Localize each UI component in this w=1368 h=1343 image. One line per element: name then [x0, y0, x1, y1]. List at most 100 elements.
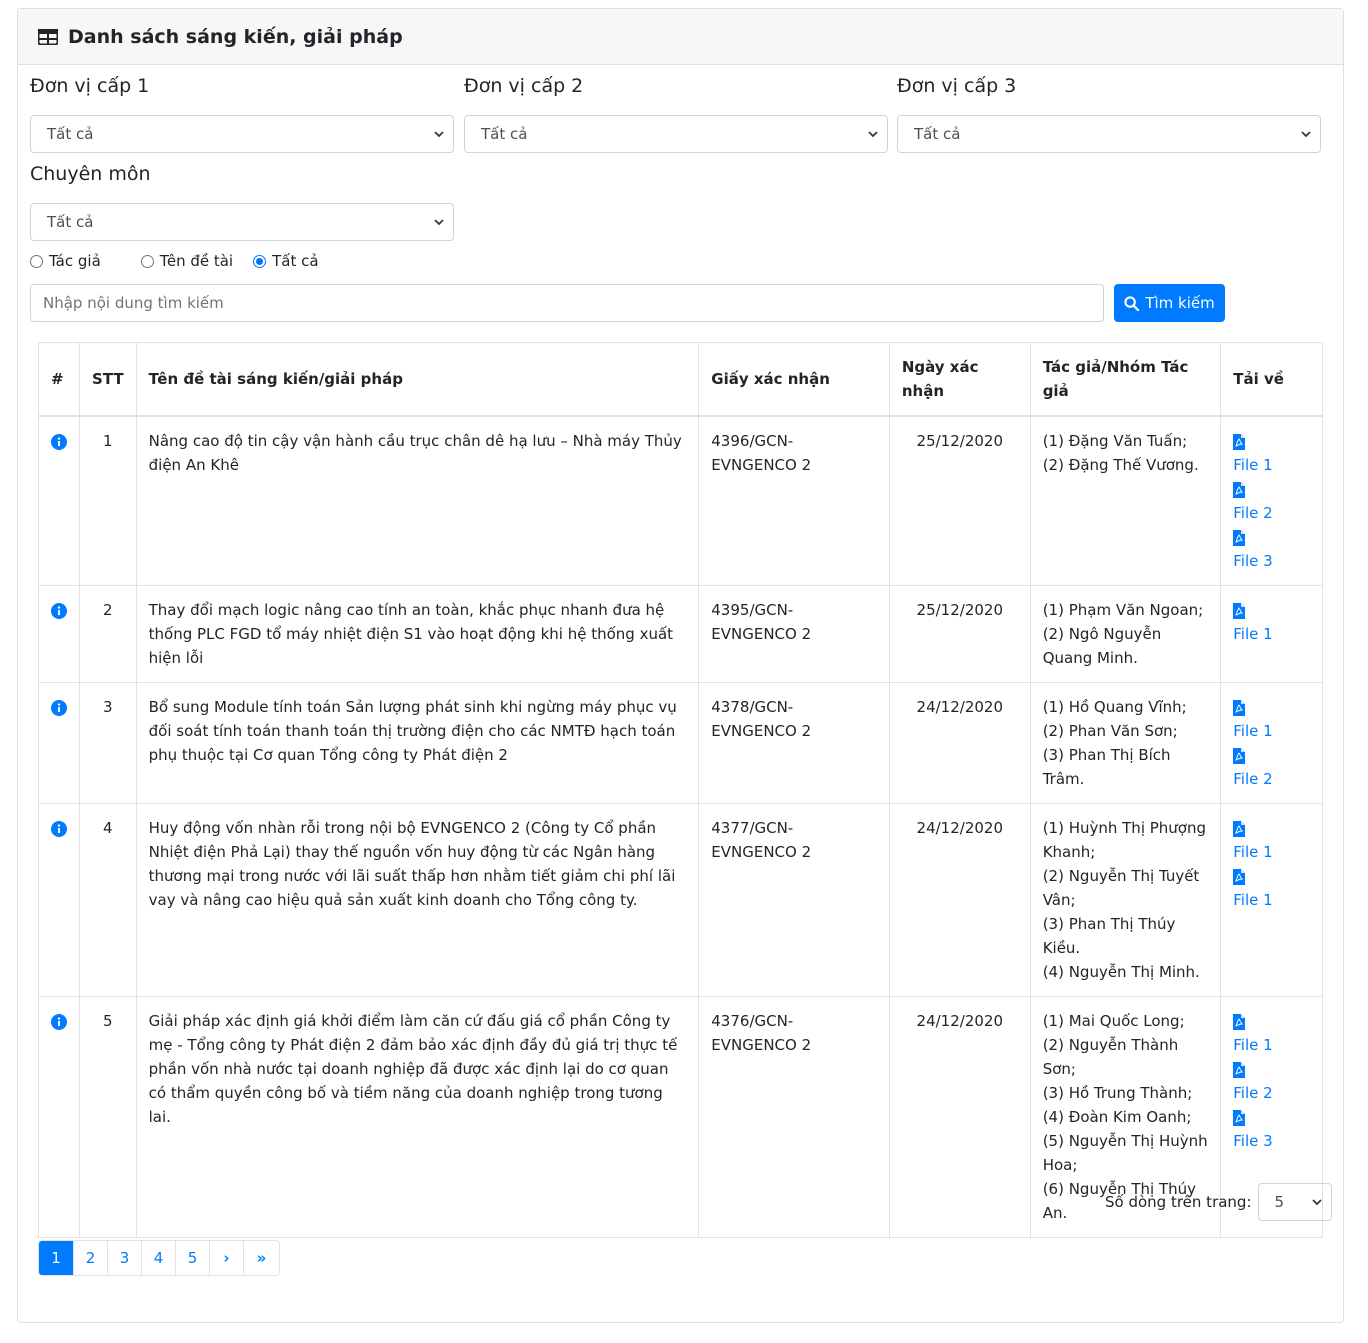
cert-cell: 4378/GCN-EVNGENCO 2 [698, 682, 890, 804]
cert-cell: 4376/GCN-EVNGENCO 2 [698, 996, 890, 1238]
radio-title-dot[interactable] [140, 254, 154, 268]
rows-per-page-label: Số dòng trên trang: [1105, 1193, 1252, 1211]
title-cell: Bổ sung Module tính toán Sản lượng phát … [135, 682, 700, 804]
info-circle-icon[interactable] [51, 820, 67, 837]
search-mode-group: Tác giả Tên đề tài Tất cả [30, 252, 359, 270]
date-cell: 24/12/2020 [888, 996, 1031, 1238]
author-name: (2) Đặng Thế Vương. [1042, 456, 1199, 474]
rows-per-page: Số dòng trên trang: 5 [1105, 1183, 1332, 1221]
info-cell [38, 803, 80, 997]
stt-cell: 1 [79, 415, 137, 586]
file-download-link[interactable]: File 1 [1233, 453, 1310, 477]
pagination: 1 2 3 4 5 › » [38, 1240, 280, 1276]
rows-per-page-select[interactable]: 5 [1257, 1183, 1332, 1221]
table-header-row: # STT Tên đề tài sáng kiến/giải pháp Giấ… [38, 342, 1323, 417]
col-header-date: Ngày xác nhận [888, 342, 1031, 417]
page-1[interactable]: 1 [39, 1241, 73, 1275]
radio-title-label: Tên đề tài [159, 252, 234, 270]
pdf-file-icon[interactable] [1233, 1013, 1246, 1030]
file-download-link[interactable]: File 2 [1233, 501, 1310, 525]
file-download-link[interactable]: File 1 [1233, 622, 1310, 646]
unit1-label: Đơn vị cấp 1 [30, 75, 150, 97]
unit2-label: Đơn vị cấp 2 [464, 75, 584, 97]
author-name: (2) Nguyễn Thị Tuyết Vân; [1042, 867, 1200, 909]
pdf-file-icon[interactable] [1233, 699, 1246, 716]
search-placeholder: Nhập nội dung tìm kiếm [43, 294, 224, 312]
pdf-file-icon[interactable] [1233, 529, 1246, 546]
col-header-download: Tải về [1220, 342, 1323, 417]
chevron-down-icon [868, 131, 878, 138]
page-2[interactable]: 2 [73, 1241, 107, 1275]
last-page-button[interactable]: » [243, 1241, 279, 1275]
info-cell [38, 996, 80, 1238]
col-header-cert: Giấy xác nhận [698, 342, 890, 417]
author-name: (1) Hồ Quang Vĩnh; [1042, 698, 1187, 716]
radio-all[interactable]: Tất cả [253, 252, 319, 270]
pdf-file-icon[interactable] [1233, 433, 1246, 450]
info-circle-icon[interactable] [51, 1013, 67, 1030]
author-name: (2) Phan Văn Sơn; [1042, 722, 1178, 740]
radio-title[interactable]: Tên đề tài [140, 252, 234, 270]
search-icon [1124, 295, 1140, 311]
pdf-file-icon[interactable] [1233, 1109, 1246, 1126]
table-icon [38, 28, 58, 45]
download-cell: File 1 [1220, 585, 1323, 683]
file-download-link[interactable]: File 1 [1233, 840, 1310, 864]
pdf-file-icon[interactable] [1233, 868, 1246, 885]
pdf-file-icon[interactable] [1233, 1061, 1246, 1078]
pdf-file-icon[interactable] [1233, 747, 1246, 764]
title-cell: Huy động vốn nhàn rỗi trong nội bộ EVNGE… [135, 803, 700, 997]
page-title: Danh sách sáng kiến, giải pháp [68, 25, 403, 48]
file-download-link[interactable]: File 1 [1233, 719, 1310, 743]
radio-author-dot[interactable] [30, 254, 43, 268]
unit3-select[interactable]: Tất cả [897, 115, 1321, 153]
unit1-select-value: Tất cả [47, 125, 94, 143]
info-cell [38, 682, 80, 804]
radio-author[interactable]: Tác giả [30, 252, 101, 270]
search-input[interactable]: Nhập nội dung tìm kiếm [30, 284, 1104, 322]
unit3-select-value: Tất cả [914, 125, 961, 143]
col-header-authors: Tác giả/Nhóm Tác giả [1029, 342, 1222, 417]
pdf-file-icon[interactable] [1233, 602, 1246, 619]
pdf-file-icon[interactable] [1233, 481, 1246, 498]
unit2-select[interactable]: Tất cả [464, 115, 888, 153]
authors-cell: (1) Phạm Văn Ngoan; (2) Ngô Nguyễn Quang … [1029, 585, 1222, 683]
info-cell [38, 415, 80, 586]
file-download-link[interactable]: File 2 [1233, 1081, 1310, 1105]
page-5[interactable]: 5 [175, 1241, 209, 1275]
file-download-link[interactable]: File 3 [1233, 1129, 1310, 1153]
date-cell: 24/12/2020 [888, 682, 1031, 804]
search-button[interactable]: Tìm kiếm [1114, 284, 1225, 322]
info-circle-icon[interactable] [51, 699, 67, 716]
file-download-link[interactable]: File 2 [1233, 767, 1310, 791]
card-header: Danh sách sáng kiến, giải pháp [18, 9, 1343, 65]
col-header-title: Tên đề tài sáng kiến/giải pháp [135, 342, 700, 417]
file-download-link[interactable]: File 1 [1233, 1033, 1310, 1057]
file-download-link[interactable]: File 1 [1233, 888, 1310, 912]
date-cell: 24/12/2020 [888, 803, 1031, 997]
page-4[interactable]: 4 [141, 1241, 175, 1275]
title-cell: Thay đổi mạch logic nâng cao tính an toà… [135, 585, 700, 683]
specialty-select[interactable]: Tất cả [30, 203, 454, 241]
download-cell: File 1 File 2 [1220, 682, 1323, 804]
specialty-select-value: Tất cả [47, 213, 94, 231]
rows-per-page-value: 5 [1274, 1193, 1285, 1211]
table-row: 1 Nâng cao độ tin cậy vận hành cầu trục c… [38, 415, 1323, 586]
file-download-link[interactable]: File 3 [1233, 549, 1310, 573]
info-circle-icon[interactable] [51, 602, 67, 619]
stt-cell: 2 [79, 585, 137, 683]
download-cell: File 1 File 1 [1220, 803, 1323, 997]
col-header-index: # [38, 342, 80, 417]
pdf-file-icon[interactable] [1233, 820, 1246, 837]
radio-all-label: Tất cả [272, 252, 319, 270]
radio-all-dot[interactable] [253, 254, 267, 268]
page-3[interactable]: 3 [107, 1241, 141, 1275]
author-name: (3) Phan Thị Bích Trâm. [1042, 746, 1171, 788]
date-cell: 25/12/2020 [888, 415, 1031, 586]
unit1-select[interactable]: Tất cả [30, 115, 454, 153]
next-page-button[interactable]: › [209, 1241, 243, 1275]
chevron-down-icon [1301, 131, 1311, 138]
cert-cell: 4396/GCN-EVNGENCO 2 [698, 415, 890, 586]
author-name: (1) Phạm Văn Ngoan; [1042, 601, 1204, 619]
info-circle-icon[interactable] [51, 433, 67, 450]
